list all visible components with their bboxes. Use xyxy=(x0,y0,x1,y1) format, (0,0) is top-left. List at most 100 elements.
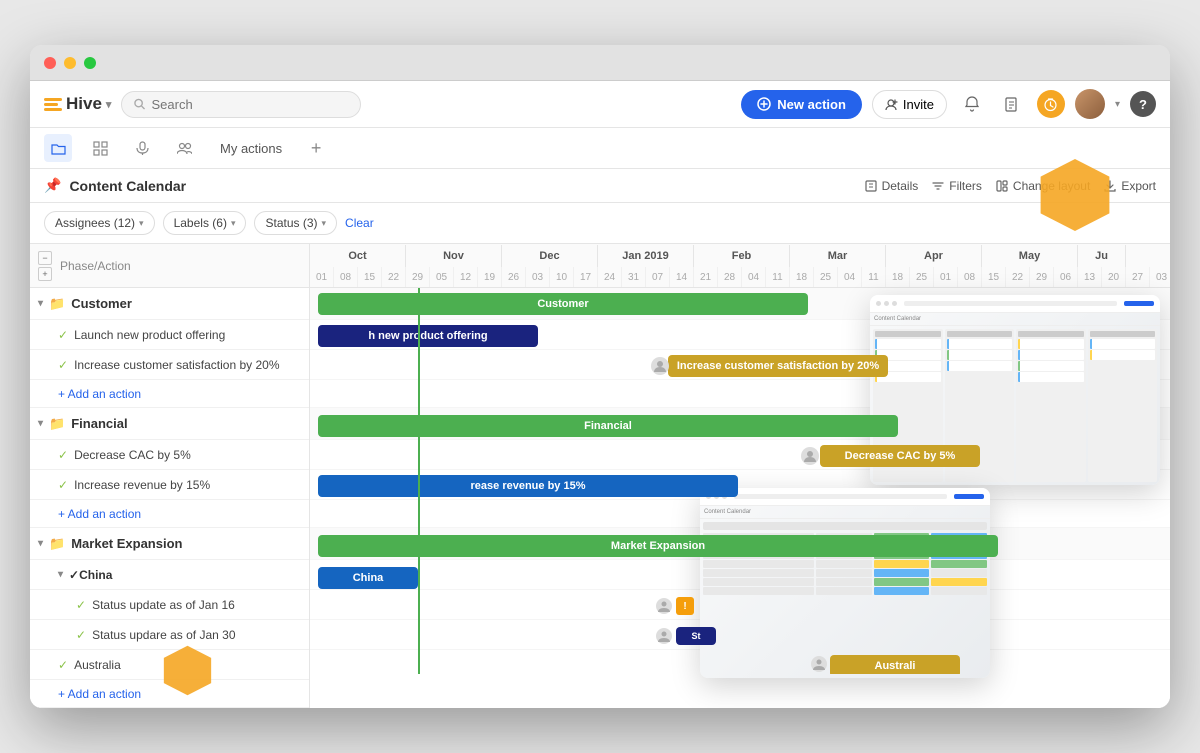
bar-new-product[interactable]: h new product offering xyxy=(318,325,538,347)
add-action-customer[interactable]: + Add an action xyxy=(30,380,309,408)
tab-mic[interactable] xyxy=(128,134,156,162)
week-27b: 27 xyxy=(1126,267,1150,287)
phase-row-customer[interactable]: ▾ 📁 Customer xyxy=(30,288,309,320)
mic-icon xyxy=(135,141,150,156)
bar-financial-phase[interactable]: Financial xyxy=(318,415,898,437)
logo-icon xyxy=(44,98,62,111)
cell-4a xyxy=(703,560,814,568)
cell-7d xyxy=(931,587,987,595)
search-input[interactable] xyxy=(152,97,349,112)
kanban-card-1a xyxy=(875,339,941,349)
labels-filter[interactable]: Labels (6) ▾ xyxy=(163,211,247,235)
check-icon-6: ✓ xyxy=(76,628,86,642)
action-name-status2: Status updare as of Jan 30 xyxy=(92,628,235,642)
table-row-ss-7 xyxy=(703,587,987,595)
kanban-card-2b xyxy=(947,350,1013,360)
maximize-dot[interactable] xyxy=(84,57,96,69)
kanban-card-3d xyxy=(1018,372,1084,382)
week-01b: 01 xyxy=(934,267,958,287)
filter-bar: Assignees (12) ▾ Labels (6) ▾ Status (3)… xyxy=(30,203,1170,244)
sub-phase-china[interactable]: ▾ ✓ China xyxy=(30,560,309,590)
ss-title-text: Content Calendar xyxy=(874,316,921,322)
kanban-card-4a xyxy=(1090,339,1156,349)
bar-customer-phase[interactable]: Customer xyxy=(318,293,808,315)
week-14: 14 xyxy=(670,267,694,287)
avatar-chevron: ▾ xyxy=(1115,99,1120,110)
week-31: 31 xyxy=(622,267,646,287)
bar-avatar-cac xyxy=(800,446,820,471)
bar-label-australia: Australi xyxy=(875,660,916,672)
kanban-col-header-2 xyxy=(947,331,1013,337)
week-25b: 25 xyxy=(910,267,934,287)
doc-button[interactable] xyxy=(997,89,1027,119)
week-26: 26 xyxy=(502,267,526,287)
status-filter[interactable]: Status (3) ▾ xyxy=(254,211,337,235)
bar-increase-rev[interactable]: rease revenue by 15% xyxy=(318,475,738,497)
week-29: 29 xyxy=(406,267,430,287)
kanban-col-header-3 xyxy=(1018,331,1084,337)
kanban-card-3b xyxy=(1018,350,1084,360)
cell-7c xyxy=(874,587,930,595)
add-action-financial[interactable]: + Add an action xyxy=(30,500,309,528)
new-action-button[interactable]: New action xyxy=(741,90,862,119)
title-bar xyxy=(30,45,1170,81)
action-row-customer-sat[interactable]: ✓ Increase customer satisfaction by 20% xyxy=(30,350,309,380)
action-row-increase-rev[interactable]: ✓ Increase revenue by 15% xyxy=(30,470,309,500)
bar-label-customer: Customer xyxy=(537,298,588,310)
bar-china[interactable]: China xyxy=(318,567,418,589)
labels-label: Labels (6) xyxy=(174,216,227,230)
tab-grid[interactable] xyxy=(86,134,114,162)
phase-row-financial[interactable]: ▾ 📁 Financial xyxy=(30,408,309,440)
phase-name-market: Market Expansion xyxy=(71,536,182,551)
help-button[interactable]: ? xyxy=(1130,91,1156,117)
logo[interactable]: Hive ▾ xyxy=(44,94,111,114)
action-row-decrease-cac[interactable]: ✓ Decrease CAC by 5% xyxy=(30,440,309,470)
timer-button[interactable] xyxy=(1037,90,1065,118)
hexagon-bottom-icon xyxy=(160,643,215,698)
collapse-btn-1[interactable]: − xyxy=(38,251,52,265)
avatar[interactable] xyxy=(1075,89,1105,119)
table-screenshot-inner: Content Calendar xyxy=(700,488,990,678)
action-row-new-product[interactable]: ✓ Launch new product offering xyxy=(30,320,309,350)
hex-decoration-top xyxy=(1035,155,1115,235)
logo-line-1 xyxy=(44,98,62,101)
add-tab-button[interactable]: + xyxy=(304,136,328,160)
kanban-col-header-4 xyxy=(1090,331,1156,337)
month-oct: Oct xyxy=(310,245,406,267)
details-button[interactable]: Details xyxy=(865,179,919,193)
action-row-status1[interactable]: ✓ Status update as of Jan 16 xyxy=(30,590,309,620)
table-ss-search xyxy=(734,494,947,499)
bar-customer-sat[interactable]: Increase customer satisfaction by 20% xyxy=(668,355,888,377)
week-28: 28 xyxy=(718,267,742,287)
warning-icon: ! xyxy=(676,597,694,615)
collapse-btn-2[interactable]: + xyxy=(38,267,52,281)
bar-market-phase[interactable]: Market Expansion xyxy=(318,535,998,557)
kanban-card-3a xyxy=(1018,339,1084,349)
week-15: 15 xyxy=(358,267,382,287)
notification-button[interactable] xyxy=(957,89,987,119)
close-dot[interactable] xyxy=(44,57,56,69)
chevron-market: ▾ xyxy=(38,538,43,549)
my-actions-tab[interactable]: My actions xyxy=(212,137,290,160)
minimize-dot[interactable] xyxy=(64,57,76,69)
tab-people[interactable] xyxy=(170,134,198,162)
invite-button[interactable]: Invite xyxy=(872,90,947,119)
month-apr: Apr xyxy=(886,245,982,267)
table-col-headers xyxy=(703,522,987,530)
bar-decrease-cac[interactable]: Decrease CAC by 5% xyxy=(820,445,980,467)
folder-icon-market: 📁 xyxy=(49,536,65,552)
pin-icon: 📌 xyxy=(44,177,61,194)
assignees-chevron: ▾ xyxy=(139,218,144,229)
search-box[interactable] xyxy=(121,91,361,118)
user-icon-cac xyxy=(800,446,820,466)
month-nov: Nov xyxy=(406,245,502,267)
filter-icon xyxy=(932,180,944,192)
assignees-filter[interactable]: Assignees (12) ▾ xyxy=(44,211,155,235)
filters-button[interactable]: Filters xyxy=(932,179,982,193)
week-12: 12 xyxy=(454,267,478,287)
bar-australia[interactable]: Australi xyxy=(830,655,960,674)
phase-row-market[interactable]: ▾ 📁 Market Expansion xyxy=(30,528,309,560)
clear-button[interactable]: Clear xyxy=(345,216,374,230)
bar-status2-stub[interactable]: St xyxy=(676,627,716,645)
tab-folder[interactable] xyxy=(44,134,72,162)
